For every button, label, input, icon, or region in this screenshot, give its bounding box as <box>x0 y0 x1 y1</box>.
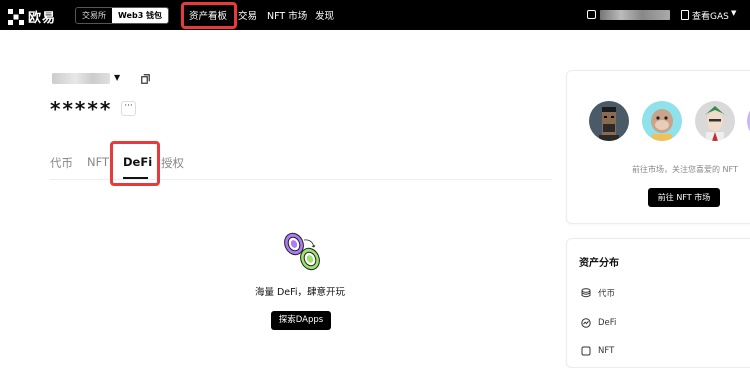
tab-nft[interactable]: NFT <box>87 155 109 169</box>
logo-text: 欧易 <box>28 11 57 26</box>
gas-pump-icon <box>681 10 689 20</box>
tab-tokens[interactable]: 代币 <box>50 155 73 171</box>
more-options-button[interactable]: ··· <box>121 101 136 116</box>
asset-distribution-title: 资产分布 <box>579 258 619 269</box>
highlight-box-defi-tab <box>110 141 160 186</box>
nft-card-description: 前往市场，关注您喜爱的 NFT <box>632 165 738 174</box>
nft-punk-image <box>599 107 619 141</box>
go-to-nft-market-button[interactable]: 前往 NFT 市场 <box>648 188 720 207</box>
wallet-icon <box>587 10 596 19</box>
distribution-item-label: NFT <box>598 346 615 356</box>
distribution-item-tokens[interactable]: 代币 <box>581 287 615 299</box>
highlight-box-asset-dashboard <box>181 2 237 29</box>
chevron-down-icon[interactable]: ▼ <box>731 9 736 17</box>
tab-approvals[interactable]: 授权 <box>161 155 184 171</box>
web3-wallet-mode-button[interactable]: Web3 钱包 <box>112 8 169 23</box>
account-dropdown-icon[interactable]: ▼ <box>114 73 120 82</box>
defi-chart-icon <box>581 318 591 328</box>
nav-discover[interactable]: 发现 <box>315 8 334 22</box>
nft-character-image <box>705 106 725 141</box>
account-name-redacted[interactable] <box>52 73 110 84</box>
total-balance-masked: ***** <box>50 97 113 121</box>
nft-avatar-1 <box>589 101 629 141</box>
coin-stack-icon <box>581 288 591 298</box>
top-navigation-bar: 欧易 交易所 Web3 钱包 资产看板 交易 NFT 市场 发现 查看GAS ▼ <box>0 0 750 30</box>
mode-switch: 交易所 Web3 钱包 <box>75 7 170 24</box>
empty-state-message: 海量 DeFi，肆意开玩 <box>254 287 346 298</box>
nft-market-card: 前往市场，关注您喜爱的 NFT 前往 NFT 市场 <box>566 70 750 224</box>
nav-nft-market[interactable]: NFT 市场 <box>267 8 307 22</box>
distribution-item-defi[interactable]: DeFi <box>581 318 616 328</box>
explore-dapps-button[interactable]: 探索DApps <box>271 311 331 330</box>
distribution-item-label: 代币 <box>598 289 616 299</box>
copy-icon[interactable] <box>141 74 150 84</box>
distribution-item-label: DeFi <box>598 318 617 328</box>
nft-icon <box>581 346 591 356</box>
asset-distribution-card: 资产分布 代币 DeFi NFT <box>566 238 750 368</box>
defi-coins-illustration <box>284 232 320 271</box>
nav-trade[interactable]: 交易 <box>238 8 257 22</box>
wallet-address-redacted[interactable] <box>600 10 670 20</box>
nft-avatar-3 <box>695 101 735 141</box>
nft-ape-image <box>651 109 673 141</box>
nft-avatar-2 <box>642 101 682 141</box>
exchange-mode-button[interactable]: 交易所 <box>76 8 112 23</box>
distribution-item-nft[interactable]: NFT <box>581 346 614 356</box>
okx-logo-icon <box>8 8 24 25</box>
view-gas-button[interactable]: 查看GAS <box>692 9 729 22</box>
okx-logo[interactable]: 欧易 <box>8 7 56 26</box>
